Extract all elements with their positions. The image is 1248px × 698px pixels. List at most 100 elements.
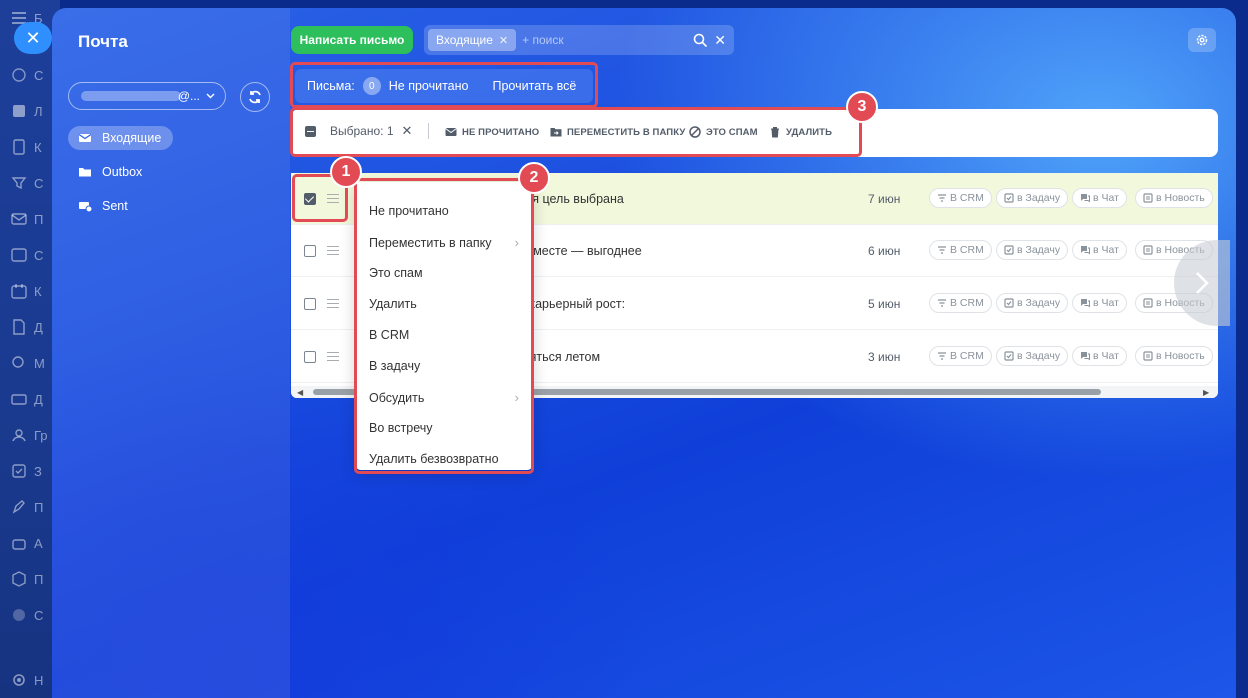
page-title: Почта [78,32,128,51]
scroll-left-icon[interactable]: ◀ [297,388,303,397]
pill-label: в Новость [1156,350,1205,362]
rail-item-13[interactable]: П [10,495,50,519]
to-chat-button[interactable]: в Чат [1072,346,1127,366]
to-chat-button[interactable]: в Чат [1072,188,1127,208]
pen-icon [12,500,25,514]
folder-outbox[interactable]: Outbox [68,160,154,184]
menu-item-move[interactable]: Переместить в папку › [369,235,519,250]
drag-handle-icon[interactable] [327,194,339,203]
refresh-button[interactable] [240,82,270,112]
to-news-button[interactable]: в Новость [1135,188,1213,208]
to-crm-button[interactable]: В CRM [929,346,992,366]
search-icon[interactable] [693,33,708,48]
move-to-folder-action[interactable]: ПЕРЕМЕСТИТЬ В ПАПКУ [550,126,685,138]
rail-label: А [34,535,43,551]
doc-edit-icon [13,139,25,155]
to-crm-button[interactable]: В CRM [929,240,992,260]
account-selector[interactable]: @... [68,82,226,110]
to-task-button[interactable]: в Задачу [996,188,1069,208]
search-box[interactable]: Входящие ✕ + поиск ✕ [424,25,734,55]
rail-label: П [34,571,44,587]
rail-label: П [34,499,44,515]
to-crm-button[interactable]: В CRM [929,293,992,313]
to-chat-button[interactable]: в Чат [1072,240,1127,260]
chat-icon [1081,246,1090,255]
pill-label: в Чат [1093,192,1119,204]
scroll-right-icon[interactable]: ▶ [1203,388,1209,397]
rail-item-12[interactable]: З [10,459,50,483]
chip-close-icon[interactable]: ✕ [499,34,508,47]
message-date: 5 июн [868,297,901,311]
menu-item-spam[interactable]: Это спам [369,266,519,280]
rail-item-9[interactable]: М [10,351,50,375]
row-checkbox[interactable] [304,245,316,257]
compose-button[interactable]: Написать письмо [291,26,413,54]
rail-label: Д [34,319,43,335]
rail-item-4[interactable]: С [10,171,50,195]
chat-icon [12,356,24,368]
rail-item-15[interactable]: П [10,567,50,591]
menu-item-label: Не прочитано [369,204,449,218]
menu-item-meeting[interactable]: Во встречу [369,421,519,435]
pill-label: в Задачу [1017,350,1061,362]
row-checkbox[interactable] [304,298,316,310]
group-icon [12,429,26,442]
rail-item-2[interactable]: Л [10,99,50,123]
menu-item-task[interactable]: В задачу [369,359,519,373]
menu-item-label: Переместить в папку [369,235,492,250]
search-clear-icon[interactable]: ✕ [714,32,726,49]
drag-handle-icon[interactable] [327,352,339,361]
menu-item-crm[interactable]: В CRM [369,328,519,342]
search-input[interactable]: + поиск [522,33,687,47]
folder-label: Outbox [102,165,143,179]
task-icon [1004,351,1014,361]
filter-chip[interactable]: Входящие ✕ [428,29,517,51]
menu-item-discuss[interactable]: Обсудить › [369,390,519,405]
menu-item-unread[interactable]: Не прочитано [369,204,519,218]
to-crm-button[interactable]: В CRM [929,188,992,208]
rail-item-1[interactable]: С [10,63,50,87]
drag-handle-icon[interactable] [327,246,339,255]
row-checkbox[interactable] [304,193,316,205]
rail-item-10[interactable]: Д [10,387,50,411]
rail-item-14[interactable]: А [10,531,50,555]
pill-label: В CRM [950,244,984,256]
delete-action[interactable]: УДАЛИТЬ [769,126,832,138]
row-checkbox[interactable] [304,351,316,363]
clear-selection-icon[interactable]: ✕ [402,123,413,139]
to-task-button[interactable]: в Задачу [996,346,1069,366]
to-news-button[interactable]: в Новость [1135,346,1213,366]
menu-item-label: Удалить [369,297,417,311]
annotation-badge-1: 1 [330,156,362,188]
chat-icon [1081,194,1090,203]
menu-item-delete[interactable]: Удалить [369,297,519,311]
crm-icon [938,352,946,360]
rail-item-11[interactable]: Гр [10,423,50,447]
folder-inbox[interactable]: Входящие [68,126,174,150]
drag-handle-icon[interactable] [327,299,339,308]
document-icon [13,319,25,335]
rail-item-6[interactable]: С [10,243,50,267]
rail-item-16[interactable]: С [10,603,50,627]
rail-item-5[interactable]: П [10,207,50,231]
mark-spam-action[interactable]: ЭТО СПАМ [689,126,758,138]
rail-item-8[interactable]: Д [10,315,50,339]
rail-item-settings[interactable]: Н [10,668,50,692]
settings-button[interactable] [1188,28,1216,52]
to-task-button[interactable]: в Задачу [996,240,1069,260]
rail-item-3[interactable]: К [10,135,50,159]
deselect-all-checkbox[interactable] [305,125,316,137]
to-task-button[interactable]: в Задачу [996,293,1069,313]
close-slider-button[interactable]: ✕ [14,22,52,54]
mail-sidebar: Почта @... Входящие Outbox Sent [52,8,290,698]
read-all-link[interactable]: Прочитать всё [493,79,577,93]
menu-item-delete-permanently[interactable]: Удалить безвозвратно [369,452,519,466]
mark-unread-action[interactable]: НЕ ПРОЧИТАНО [445,126,539,138]
news-icon [1143,193,1153,203]
unread-filter-link[interactable]: Не прочитано [389,79,469,93]
folder-sent[interactable]: Sent [68,194,140,218]
menu-item-label: В задачу [369,359,421,373]
crm-icon [938,194,946,202]
to-chat-button[interactable]: в Чат [1072,293,1127,313]
rail-item-7[interactable]: К [10,279,50,303]
